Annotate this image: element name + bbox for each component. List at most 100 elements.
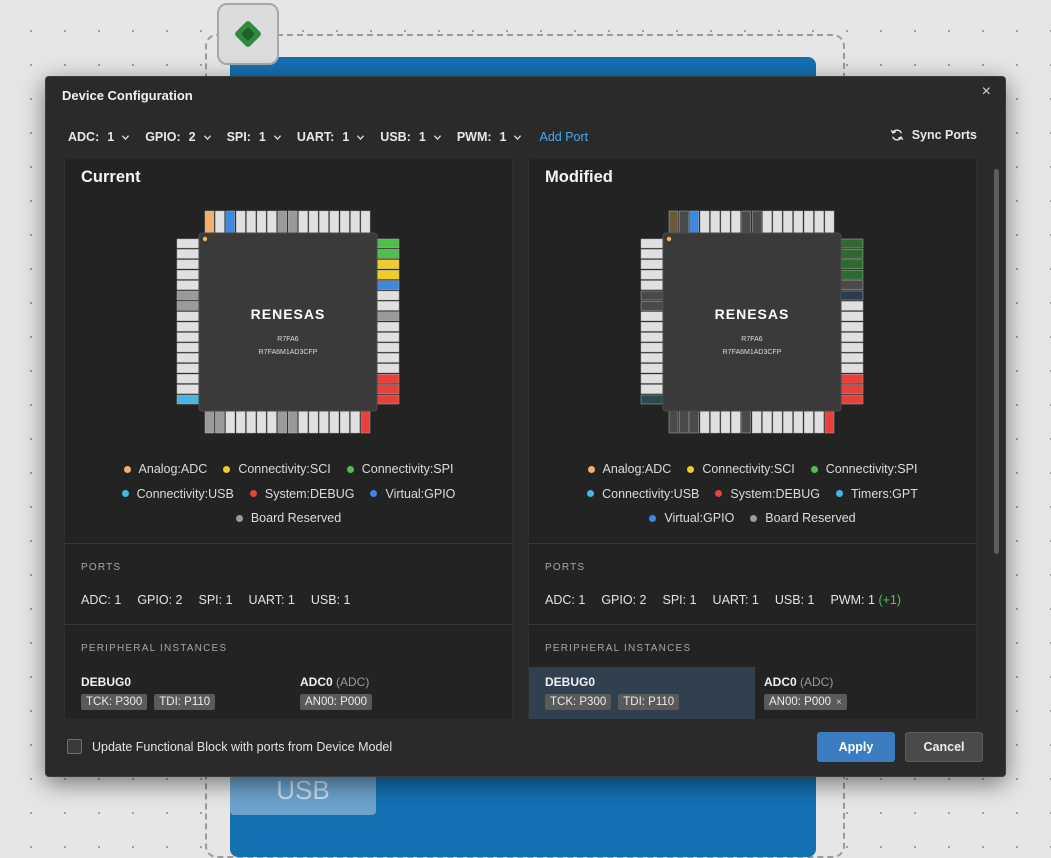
chip-pin [640, 269, 664, 280]
chip-pin [360, 210, 371, 234]
chip-pin [679, 210, 689, 234]
chip-body [662, 232, 842, 412]
chip-pin [640, 342, 664, 353]
chip-pin [720, 210, 731, 234]
chip-pin [235, 410, 246, 434]
chip-pin [840, 394, 864, 405]
chip-pin [176, 353, 200, 363]
remove-icon[interactable]: × [836, 697, 842, 708]
instance-name: DEBUG0 [81, 675, 131, 689]
chip-pin [176, 342, 200, 353]
peripheral-instance-debug0[interactable]: DEBUG0 TCK: P300 TDI: P110 [65, 667, 291, 719]
ports-entry-value: 1 [225, 593, 233, 607]
peripheral-instance-adc0[interactable]: ADC0 (ADC) AN00: P000 × [748, 667, 974, 719]
chip-pin [731, 210, 741, 234]
ports-entry: USB: 1 [775, 593, 815, 607]
port-selector-name: GPIO: [145, 130, 181, 144]
chip-pin [824, 210, 835, 234]
ports-entry-value: 1 [751, 593, 759, 607]
legend-item: Timers:GPT [835, 482, 918, 507]
chip-pin [640, 311, 664, 322]
node-icon[interactable] [217, 3, 279, 65]
legend-dot [715, 490, 723, 498]
ports-entry-name: UART: [248, 593, 285, 607]
chip-pin [640, 238, 664, 249]
pin-tag[interactable]: TCK: P300 [545, 694, 612, 710]
legend-item: System:DEBUG [715, 482, 820, 507]
ports-entry-value: 1 [868, 593, 875, 607]
update-functional-block-checkbox[interactable] [67, 739, 82, 754]
chip-pin [793, 210, 804, 234]
instance-name-text: ADC0 [300, 675, 333, 689]
update-functional-block-option[interactable]: Update Functional Block with ports from … [67, 739, 392, 754]
pin-tag-label: TDI: P110 [623, 696, 675, 708]
port-selector-adc[interactable]: ADC: 1 [68, 130, 130, 144]
chip-pin [710, 210, 720, 234]
peripheral-instance-debug0[interactable]: DEBUG0 TCK: P300 TDI: P110 [529, 667, 755, 719]
peripheral-instance-adc0[interactable]: ADC0 (ADC) AN00: P000 [284, 667, 510, 719]
ports-entry: GPIO: 2 [137, 593, 182, 607]
peripheral-instances-label: PERIPHERAL INSTANCES [545, 643, 692, 654]
chip-pin [840, 353, 864, 363]
chip-pin [731, 410, 741, 434]
chip-pin [668, 410, 679, 434]
chevron-down-icon [514, 134, 522, 140]
ports-entry-name: USB: [774, 593, 805, 607]
add-port-link[interactable]: Add Port [539, 130, 588, 144]
legend-row: Analog:ADC Connectivity:SCI Connectivity:S… [65, 457, 512, 482]
chip-pin [215, 410, 225, 434]
ports-entry-value: 1 [343, 593, 351, 607]
port-selector-usb[interactable]: USB: 1 [380, 130, 442, 144]
ports-entry-delta: (+1) [878, 593, 902, 607]
legend-label: Board Reserved [765, 511, 856, 525]
pin-tag[interactable]: TDI: P110 [618, 694, 680, 710]
port-selector-value: 1 [342, 130, 350, 144]
apply-button[interactable]: Apply [817, 732, 895, 762]
update-functional-block-label: Update Functional Block with ports from … [92, 739, 393, 754]
pin-tag[interactable]: AN00: P000 × [764, 694, 847, 710]
ports-entry-name: UART: [712, 593, 749, 607]
ports-entry-value: 1 [807, 593, 815, 607]
current-legend: Analog:ADC Connectivity:SCI Connectivity:S… [65, 457, 512, 531]
sync-ports-label: Sync Ports [911, 128, 977, 142]
pin-tag[interactable]: TCK: P300 [81, 694, 148, 710]
chip-pin [710, 410, 720, 434]
port-selector-pwm[interactable]: PWM: 1 [457, 130, 523, 144]
instance-name-text: DEBUG0 [545, 675, 596, 689]
ports-entry: UART: 1 [713, 593, 759, 607]
port-selector-gpio[interactable]: GPIO: 2 [145, 130, 211, 144]
dialog-scrollbar[interactable] [994, 169, 999, 554]
pin1-marker [666, 236, 672, 242]
chip-pin [640, 249, 664, 259]
current-chip-diagram[interactable]: RENESAS R7FA6 R7FA6M1AD3CFP [175, 209, 401, 435]
ports-entry: USB: 1 [311, 593, 351, 607]
chip-pin [376, 332, 400, 342]
chip-pin [298, 410, 308, 434]
close-icon[interactable]: × [982, 83, 991, 101]
chevron-down-icon [203, 134, 211, 140]
chip-pin [176, 259, 200, 270]
chip-pin [376, 394, 400, 405]
port-selector-uart[interactable]: UART: 1 [297, 130, 365, 144]
pin-tag[interactable]: TDI: P110 [154, 694, 216, 710]
pin-tag[interactable]: AN00: P000 [300, 694, 373, 710]
chip-pin [840, 249, 864, 259]
legend-item: Connectivity:SCI [223, 457, 331, 482]
chip-pin [376, 249, 400, 259]
chip-pin [840, 301, 864, 311]
pin-tag-label: TDI: P110 [159, 696, 211, 708]
port-selector-spi[interactable]: SPI: 1 [227, 130, 282, 144]
chip-pin [329, 210, 340, 234]
modified-chip-diagram[interactable]: RENESAS R7FA6 R7FA6M1AD3CFP [639, 209, 865, 435]
chip-pin [793, 410, 804, 434]
sync-ports-button[interactable]: Sync Ports [890, 128, 977, 142]
legend-dot [121, 490, 129, 498]
legend-row: Connectivity:USB System:DEBUG Timers:GPT [529, 482, 976, 507]
cancel-button[interactable]: Cancel [905, 732, 983, 762]
chip-pin [176, 373, 200, 384]
chip-pin [840, 290, 864, 301]
chip-pin [176, 290, 200, 301]
chip-pin [699, 410, 710, 434]
divider [529, 543, 976, 544]
legend-item: Virtual:GPIO [649, 506, 734, 531]
